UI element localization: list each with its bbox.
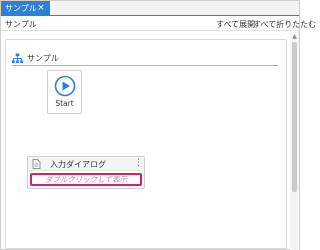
more-options-icon[interactable]: ⋮ xyxy=(134,157,143,171)
designer-toolbar: サンプル すべて展開 すべて折りたたむ xyxy=(1,17,316,31)
activity-title: 入力ダイアログ xyxy=(50,160,106,169)
activity-hint: ダブルクリックして表示 xyxy=(44,175,128,184)
sequence-header[interactable]: サンプル xyxy=(12,52,59,64)
breadcrumb[interactable]: サンプル xyxy=(5,19,37,30)
scroll-thumb[interactable] xyxy=(292,42,297,192)
play-icon xyxy=(54,75,75,97)
activity-body[interactable]: ダブルクリックして表示 xyxy=(30,173,142,186)
start-label: Start xyxy=(55,99,74,108)
designer-canvas[interactable]: サンプル Start 入力ダイアログ ⋮ ダブルクリックして表示 xyxy=(5,39,287,249)
collapse-all-button[interactable]: すべて折りたたむ xyxy=(253,19,316,30)
workflow-designer-window: サンプル × サンプル すべて展開 すべて折りたたむ サンプル Start 入力… xyxy=(0,0,316,250)
start-node[interactable]: Start xyxy=(47,70,82,114)
sequence-container[interactable]: サンプル Start 入力ダイアログ ⋮ ダブルクリックして表示 xyxy=(5,39,287,249)
vertical-scrollbar[interactable]: ▲ xyxy=(290,32,299,250)
sequence-divider xyxy=(12,65,278,66)
tab-label: サンプル xyxy=(5,4,37,13)
tab-sample[interactable]: サンプル × xyxy=(1,1,50,16)
tab-bar: サンプル × xyxy=(1,1,299,16)
activity-header[interactable]: 入力ダイアログ ⋮ xyxy=(28,157,144,171)
sequence-icon xyxy=(12,52,23,63)
document-icon xyxy=(32,159,41,169)
sequence-title: サンプル xyxy=(27,53,59,63)
input-dialog-activity[interactable]: 入力ダイアログ ⋮ ダブルクリックして表示 xyxy=(27,156,145,189)
expand-all-button[interactable]: すべて展開 xyxy=(216,19,255,30)
scroll-up-icon[interactable]: ▲ xyxy=(290,32,299,41)
close-icon[interactable]: × xyxy=(35,2,47,14)
